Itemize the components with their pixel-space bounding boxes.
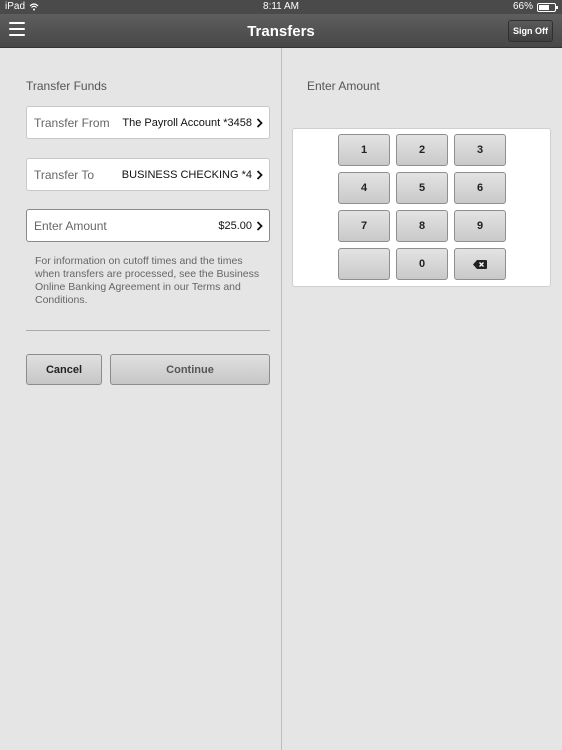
cancel-button[interactable]: Cancel xyxy=(26,354,102,385)
key-5[interactable]: 5 xyxy=(396,172,448,204)
chevron-right-icon xyxy=(256,118,263,128)
key-6[interactable]: 6 xyxy=(454,172,506,204)
transfer-from-value: The Payroll Account *3458 xyxy=(122,116,252,129)
sign-off-button[interactable]: Sign Off xyxy=(508,20,553,42)
enter-amount-panel: Enter Amount 1 2 3 4 5 6 7 8 9 0 xyxy=(282,48,562,750)
transfer-from-field[interactable]: Transfer From The Payroll Account *3458 xyxy=(26,106,270,139)
key-8[interactable]: 8 xyxy=(396,210,448,242)
enter-amount-value: $25.00 xyxy=(218,219,252,232)
key-1[interactable]: 1 xyxy=(338,134,390,166)
numeric-keypad: 1 2 3 4 5 6 7 8 9 0 xyxy=(292,128,551,287)
transfer-to-field[interactable]: Transfer To BUSINESS CHECKING *4 xyxy=(26,158,270,191)
nav-bar: Transfers Sign Off xyxy=(0,14,562,48)
key-2[interactable]: 2 xyxy=(396,134,448,166)
key-3[interactable]: 3 xyxy=(454,134,506,166)
status-bar: iPad 8:11 AM 66% xyxy=(0,0,562,14)
cutoff-info-text: For information on cutoff times and the … xyxy=(35,255,260,306)
transfer-funds-panel: Transfer Funds Transfer From The Payroll… xyxy=(0,48,281,750)
transfer-to-label: Transfer To xyxy=(34,167,95,182)
backspace-key[interactable] xyxy=(454,248,506,280)
divider xyxy=(26,330,270,331)
battery-icon xyxy=(537,2,558,12)
enter-amount-field[interactable]: Enter Amount $25.00 xyxy=(26,209,270,242)
enter-amount-label: Enter Amount xyxy=(34,218,107,233)
key-9[interactable]: 9 xyxy=(454,210,506,242)
transfer-funds-title: Transfer Funds xyxy=(26,79,107,93)
chevron-right-icon xyxy=(256,221,263,231)
status-right: 66% xyxy=(512,1,558,12)
key-0[interactable]: 0 xyxy=(396,248,448,280)
key-4[interactable]: 4 xyxy=(338,172,390,204)
chevron-right-icon xyxy=(256,170,263,180)
page-title: Transfers xyxy=(247,23,315,40)
status-time: 8:11 AM xyxy=(263,1,299,12)
key-blank[interactable] xyxy=(338,248,390,280)
enter-amount-title: Enter Amount xyxy=(307,79,380,93)
key-7[interactable]: 7 xyxy=(338,210,390,242)
battery-percent: 66% xyxy=(512,1,533,12)
backspace-icon xyxy=(473,259,487,269)
transfer-from-label: Transfer From xyxy=(34,115,110,130)
continue-button[interactable]: Continue xyxy=(110,354,270,385)
transfer-to-value: BUSINESS CHECKING *4 xyxy=(121,168,252,181)
